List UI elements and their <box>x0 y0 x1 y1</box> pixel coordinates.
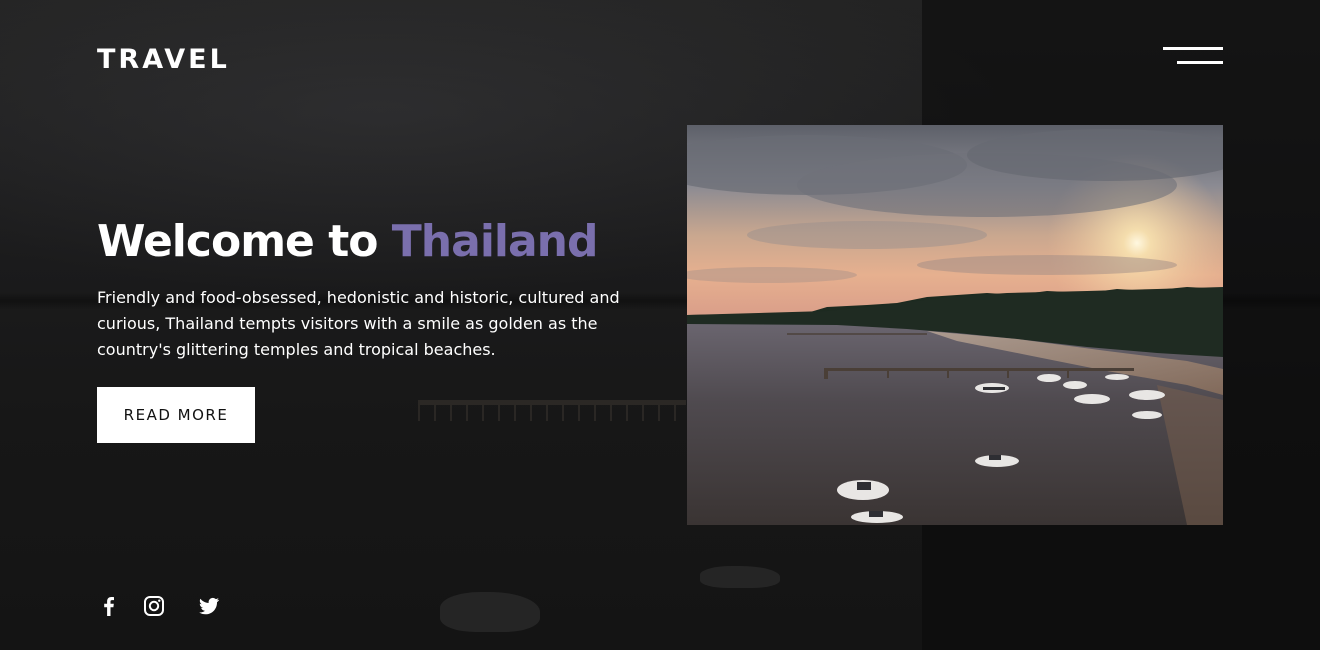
hamburger-menu-icon[interactable] <box>1160 44 1226 70</box>
hero-title: Welcome to Thailand <box>97 212 599 272</box>
background-boat <box>440 592 540 632</box>
instagram-icon[interactable] <box>142 594 166 618</box>
sunset-bay-photo <box>687 125 1223 525</box>
hero-title-accent: Thailand <box>391 216 599 267</box>
menu-line-top <box>1163 47 1223 50</box>
background-boat <box>700 566 780 588</box>
hero-photo <box>687 125 1223 525</box>
twitter-icon[interactable] <box>197 594 221 618</box>
menu-line-bottom <box>1177 61 1223 64</box>
landing-page: TRAVEL Welcome to Thailand Friendly and … <box>0 0 1320 650</box>
site-logo[interactable]: TRAVEL <box>97 40 230 80</box>
background-pier <box>418 400 686 421</box>
hero-title-prefix: Welcome to <box>97 216 378 267</box>
facebook-icon[interactable] <box>97 594 121 618</box>
read-more-button[interactable]: READ MORE <box>97 387 255 443</box>
hero-description: Friendly and food-obsessed, hedonistic a… <box>97 288 620 359</box>
